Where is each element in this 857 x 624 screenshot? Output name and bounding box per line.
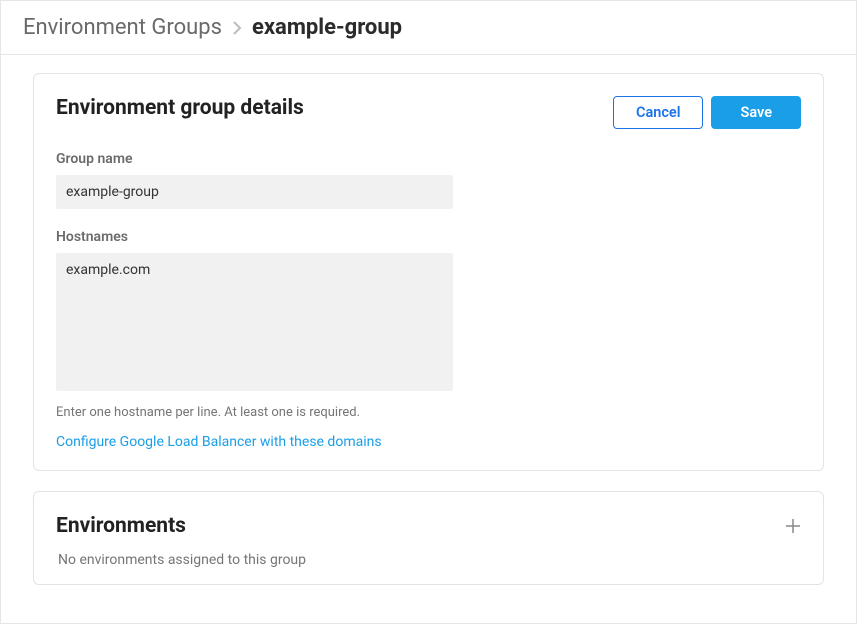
group-name-input[interactable]: [56, 175, 453, 209]
cancel-button[interactable]: Cancel: [613, 96, 704, 129]
hostnames-label: Hostnames: [56, 229, 801, 245]
environments-empty-text: No environments assigned to this group: [56, 552, 801, 568]
hostnames-input[interactable]: [56, 253, 453, 391]
environments-card: Environments No environments assigned to…: [33, 491, 824, 585]
content-area: Environment group details Cancel Save Gr…: [1, 55, 856, 623]
save-button[interactable]: Save: [711, 96, 801, 129]
chevron-right-icon: [232, 20, 242, 36]
environments-header: Environments: [56, 514, 801, 538]
breadcrumb-root-link[interactable]: Environment Groups: [23, 15, 222, 40]
details-title: Environment group details: [56, 96, 304, 120]
group-name-label: Group name: [56, 151, 801, 167]
details-card: Environment group details Cancel Save Gr…: [33, 73, 824, 471]
breadcrumb: Environment Groups example-group: [1, 0, 856, 55]
add-environment-button[interactable]: [785, 518, 801, 534]
environments-title: Environments: [56, 514, 186, 538]
page-container: Environment Groups example-group Environ…: [0, 0, 857, 624]
breadcrumb-current: example-group: [252, 15, 402, 40]
details-card-header: Environment group details Cancel Save: [56, 96, 801, 129]
hostnames-field: Hostnames Enter one hostname per line. A…: [56, 229, 801, 450]
group-name-field: Group name: [56, 151, 801, 209]
configure-lb-link[interactable]: Configure Google Load Balancer with thes…: [56, 434, 382, 450]
action-buttons: Cancel Save: [613, 96, 801, 129]
hostnames-helper: Enter one hostname per line. At least on…: [56, 405, 801, 420]
